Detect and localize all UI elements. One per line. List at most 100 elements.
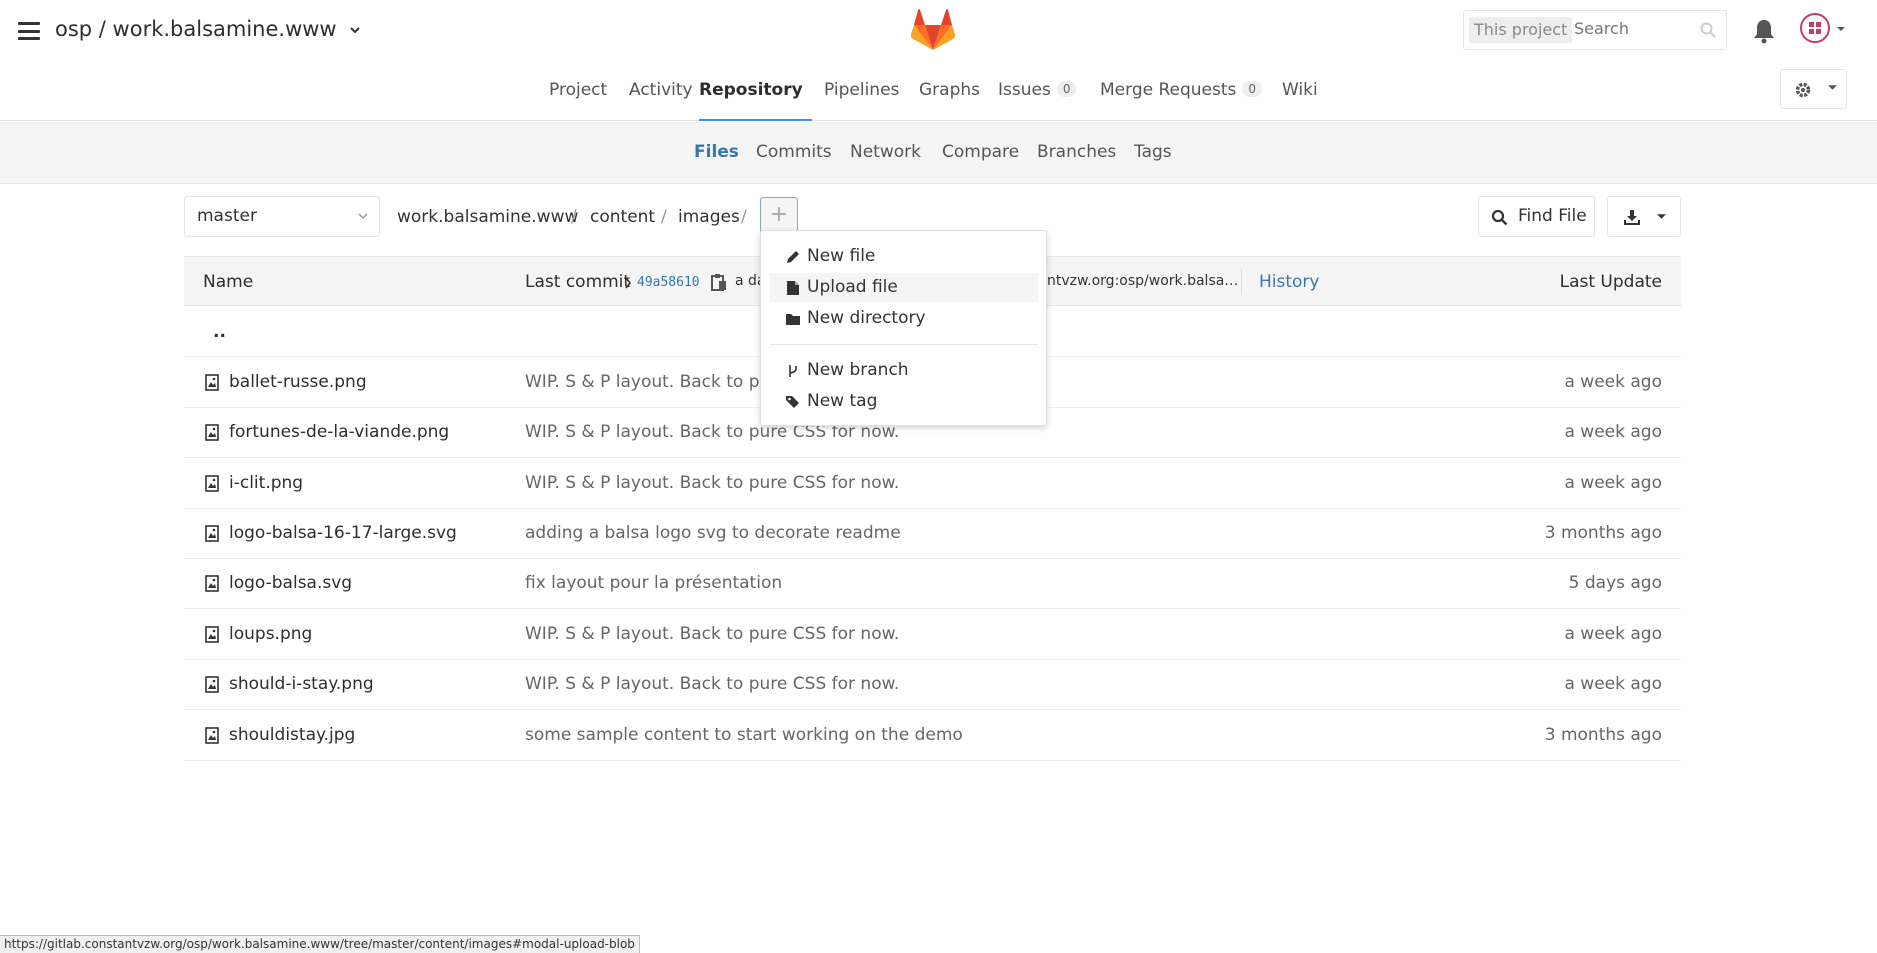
image-file-icon <box>205 727 219 744</box>
nav-wiki[interactable]: Wiki <box>1282 78 1318 121</box>
column-header-last-commit: Last commit <box>525 272 631 292</box>
file-name-link[interactable]: logo-balsa-16-17-large.svg <box>229 523 457 543</box>
commit-message-link[interactable]: adding a balsa logo svg to decorate read… <box>525 523 901 543</box>
browser-status-bar: https://gitlab.constantvzw.org/osp/work.… <box>0 935 640 953</box>
table-row[interactable]: shouldistay.jpg some sample content to s… <box>184 710 1681 761</box>
table-row[interactable]: logo-balsa-16-17-large.svg adding a bals… <box>184 509 1681 559</box>
nav-label: Merge Requests <box>1100 80 1237 100</box>
issues-count-badge: 0 <box>1056 81 1077 97</box>
subnav-compare[interactable]: Compare <box>942 142 1019 162</box>
last-update-time: a week ago <box>1564 624 1662 644</box>
gitlab-logo-icon[interactable] <box>910 8 956 52</box>
breadcrumb-separator: / <box>571 207 577 227</box>
commit-message-link[interactable]: WIP. S & P layout. Back to pure <box>525 372 787 392</box>
find-file-label: Find File <box>1518 206 1587 226</box>
history-link[interactable]: History <box>1259 272 1319 292</box>
image-file-icon <box>205 626 219 643</box>
add-to-tree-dropdown: New file Upload file New directory New b… <box>760 230 1047 426</box>
image-file-icon <box>205 676 219 693</box>
image-file-icon <box>205 475 219 492</box>
menu-item-label: Upload file <box>807 277 898 297</box>
menu-icon[interactable] <box>18 22 40 40</box>
column-header-name: Name <box>203 272 254 292</box>
avatar[interactable] <box>1800 13 1830 43</box>
file-name-link[interactable]: ballet-russe.png <box>229 372 367 392</box>
project-title[interactable]: osp / work.balsamine.www <box>55 17 361 41</box>
file-name-link[interactable]: logo-balsa.svg <box>229 573 352 593</box>
new-branch-menu-item[interactable]: New branch <box>770 356 1038 385</box>
last-update-time: a week ago <box>1564 372 1662 392</box>
table-row[interactable]: i-clit.png WIP. S & P layout. Back to pu… <box>184 458 1681 509</box>
search-scope-badge[interactable]: This project <box>1469 17 1573 43</box>
search-icon <box>1491 209 1508 226</box>
subnav-files[interactable]: Files <box>694 142 739 162</box>
new-directory-menu-item[interactable]: New directory <box>770 304 1038 333</box>
breadcrumb-root[interactable]: work.balsamine.www <box>397 207 578 227</box>
new-tag-menu-item[interactable]: New tag <box>770 387 1038 416</box>
last-update-time: 5 days ago <box>1568 573 1662 593</box>
bell-icon[interactable] <box>1752 18 1776 44</box>
commit-message-link[interactable]: fix layout pour la présentation <box>525 573 782 593</box>
nav-label: Graphs <box>919 80 981 100</box>
file-name-link[interactable]: loups.png <box>229 624 312 644</box>
nav-issues[interactable]: Issues 0 <box>998 78 1077 121</box>
last-update-time: 3 months ago <box>1544 523 1662 543</box>
subnav-commits[interactable]: Commits <box>756 142 832 162</box>
nav-merge-requests[interactable]: Merge Requests 0 <box>1100 78 1263 121</box>
last-update-time: a week ago <box>1564 674 1662 694</box>
nav-project[interactable]: Project <box>549 78 607 121</box>
menu-item-label: New file <box>807 246 876 266</box>
chevron-down-icon <box>358 213 368 220</box>
nav-label: Pipelines <box>824 80 900 100</box>
breadcrumb-separator: / <box>741 207 747 227</box>
branch-select[interactable]: master <box>184 196 380 237</box>
file-name-link[interactable]: fortunes-de-la-viande.png <box>229 422 449 442</box>
chevron-right-icon <box>625 277 632 289</box>
nav-graphs[interactable]: Graphs <box>919 78 980 121</box>
download-button[interactable] <box>1607 196 1681 237</box>
breadcrumb-separator: / <box>661 207 667 227</box>
nav-pipelines[interactable]: Pipelines <box>824 78 899 121</box>
image-file-icon <box>205 424 219 441</box>
table-row[interactable]: loups.png WIP. S & P layout. Back to pur… <box>184 609 1681 660</box>
subnav-tags[interactable]: Tags <box>1134 142 1172 162</box>
commit-message-link[interactable]: WIP. S & P layout. Back to pure CSS for … <box>525 624 899 644</box>
image-file-icon <box>205 575 219 592</box>
folder-icon <box>786 314 800 325</box>
last-commit-message-tail[interactable]: ntvzw.org:osp/work.balsa… <box>1047 273 1238 289</box>
file-name-link[interactable]: should-i-stay.png <box>229 674 374 694</box>
nav-label: Project <box>549 80 608 100</box>
subnav-branches[interactable]: Branches <box>1037 142 1116 162</box>
commit-message-link[interactable]: WIP. S & P layout. Back to pure CSS for … <box>525 473 899 493</box>
nav-activity[interactable]: Activity <box>629 78 693 121</box>
nav-label: Wiki <box>1282 80 1318 100</box>
file-name-link[interactable]: shouldistay.jpg <box>229 725 355 745</box>
subnav-network[interactable]: Network <box>850 142 921 162</box>
table-row[interactable]: logo-balsa.svg fix layout pour la présen… <box>184 559 1681 609</box>
branch-select-value: master <box>197 206 257 226</box>
nav-repository[interactable]: Repository <box>699 78 812 121</box>
clipboard-icon[interactable] <box>711 273 727 291</box>
download-icon <box>1624 210 1640 225</box>
top-header: osp / work.balsamine.www This project Pr… <box>0 0 1877 121</box>
parent-directory-link[interactable]: .. <box>213 322 226 342</box>
last-commit-sha[interactable]: 49a58610 <box>637 275 700 290</box>
search-input[interactable] <box>1574 19 1684 38</box>
breadcrumb-images[interactable]: images <box>678 207 740 227</box>
upload-file-menu-item[interactable]: Upload file <box>770 273 1038 302</box>
table-row[interactable]: should-i-stay.png WIP. S & P layout. Bac… <box>184 660 1681 710</box>
avatar-caret-icon[interactable] <box>1836 24 1846 34</box>
nav-label: Activity <box>629 80 693 100</box>
column-header-last-update: Last Update <box>1559 272 1662 292</box>
file-name-link[interactable]: i-clit.png <box>229 473 303 493</box>
project-nav: Project Activity Repository Pipelines Gr… <box>0 78 1877 121</box>
commit-message-link[interactable]: WIP. S & P layout. Back to pure CSS for … <box>525 674 899 694</box>
commit-message-link[interactable]: some sample content to start working on … <box>525 725 963 745</box>
find-file-button[interactable]: Find File <box>1478 196 1595 237</box>
project-title-text: osp / work.balsamine.www <box>55 17 337 41</box>
menu-item-label: New branch <box>807 360 909 380</box>
breadcrumb-content[interactable]: content <box>590 207 655 227</box>
add-to-tree-button[interactable]: + <box>760 197 798 234</box>
project-settings-button[interactable] <box>1780 69 1847 109</box>
new-file-menu-item[interactable]: New file <box>770 242 1038 271</box>
